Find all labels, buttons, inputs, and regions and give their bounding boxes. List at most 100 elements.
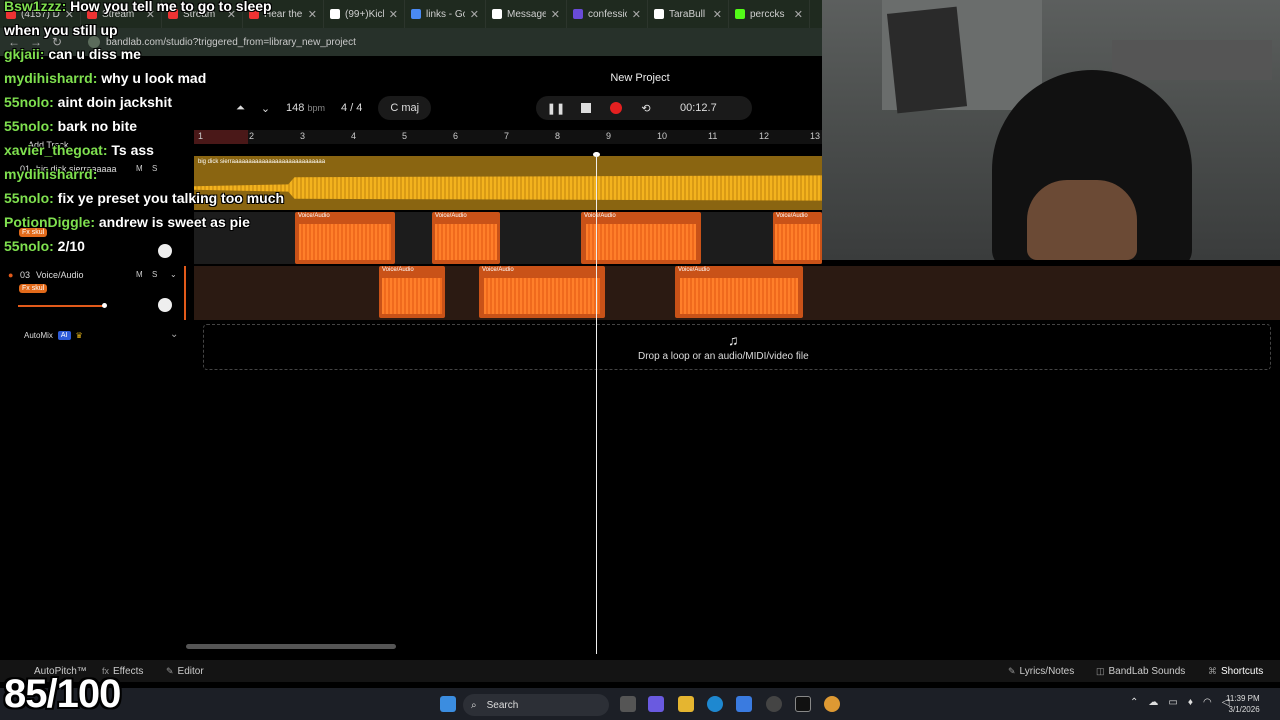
- capcut-icon[interactable]: [795, 696, 811, 712]
- audio-clip-waveform[interactable]: [194, 175, 822, 201]
- time-display: 00:12.7: [680, 102, 717, 114]
- mic-icon[interactable]: ♦: [1188, 697, 1193, 708]
- solo-button[interactable]: S: [152, 164, 157, 173]
- editor-button[interactable]: ✎ Editor: [166, 666, 204, 677]
- edge-icon[interactable]: [707, 696, 723, 712]
- command-icon: ⌘: [1208, 665, 1217, 676]
- x-icon: [654, 9, 664, 19]
- volume-fader-handle[interactable]: [102, 303, 107, 308]
- close-icon[interactable]: ✕: [551, 8, 560, 21]
- solo-button[interactable]: S: [152, 270, 157, 279]
- playhead[interactable]: [596, 154, 597, 654]
- volume-fader[interactable]: [18, 305, 104, 307]
- docs-icon: [411, 9, 421, 19]
- mute-button[interactable]: M: [136, 164, 143, 173]
- time-signature[interactable]: 4 / 4: [341, 102, 362, 114]
- transport-settings: ⏶ ⌄ 148 bpm 4 / 4 C maj: [236, 96, 432, 120]
- ruler-tick: 12: [759, 131, 770, 141]
- cloud-icon[interactable]: ☁: [1148, 697, 1158, 708]
- chevron-up-icon[interactable]: ⌃: [1130, 697, 1138, 708]
- taskbar-clock[interactable]: 11:39 PM 3/1/2026: [1226, 693, 1260, 715]
- ruler-tick: 1: [198, 131, 204, 141]
- drop-zone-label: Drop a loop or an audio/MIDI/video file: [638, 351, 809, 362]
- chat-message: Bsw1zzz: How you tell me to go to sleep: [4, 0, 272, 14]
- browser-tab[interactable]: Message ✕: [486, 0, 567, 28]
- chevron-down-icon[interactable]: ⌄: [261, 102, 270, 115]
- track-lane-3[interactable]: Voice/Audio Voice/Audio Voice/Audio: [194, 266, 1280, 320]
- metronome-icon[interactable]: ⏶: [236, 102, 245, 115]
- browser-tab[interactable]: TaraBull ✕: [648, 0, 729, 28]
- chevron-down-icon[interactable]: ⌄: [170, 329, 178, 340]
- chevron-down-icon[interactable]: ⌄: [170, 270, 177, 279]
- track-lane-2[interactable]: Voice/Audio Voice/Audio Voice/Audio Voic…: [194, 212, 822, 264]
- audio-clip[interactable]: Voice/Audio: [432, 212, 500, 264]
- ruler-tick: 2: [249, 131, 255, 141]
- project-title[interactable]: New Project: [600, 72, 680, 84]
- system-tray: ⌃ ☁ ▭ ♦ ◠ ◁: [1130, 697, 1229, 708]
- lyrics-notes-button[interactable]: ✎ Lyrics/Notes: [1008, 666, 1074, 677]
- audio-clip[interactable]: Voice/Audio: [581, 212, 701, 264]
- automix-row[interactable]: AutoMix AI ♛: [24, 331, 83, 340]
- ruler-tick: 13: [810, 131, 821, 141]
- record-button[interactable]: [606, 98, 626, 118]
- fx-badge[interactable]: Fx skul: [19, 284, 48, 293]
- chat-message: 55nolo: fix ye preset you talking too mu…: [4, 190, 285, 206]
- chrome-icon[interactable]: [824, 696, 840, 712]
- audio-clip[interactable]: Voice/Audio: [479, 266, 605, 318]
- close-icon[interactable]: ✕: [308, 8, 317, 21]
- pencil-icon: ✎: [166, 665, 174, 676]
- mute-button[interactable]: M: [136, 270, 143, 279]
- stop-button[interactable]: [576, 98, 596, 118]
- browser-tab[interactable]: (99+)Kick ✕: [324, 0, 405, 28]
- ruler-tick: 5: [402, 131, 408, 141]
- audio-clip[interactable]: Voice/Audio: [295, 212, 395, 264]
- audio-clip[interactable]: Voice/Audio: [675, 266, 803, 318]
- ruler-tick: 6: [453, 131, 459, 141]
- pause-button[interactable]: ❚❚: [546, 98, 566, 118]
- tempo-control[interactable]: 148 bpm: [286, 102, 325, 114]
- start-icon[interactable]: [440, 696, 456, 712]
- chat-message: mydihisharrd:: [4, 166, 98, 182]
- taskbar-search[interactable]: ⌕ Search: [463, 694, 609, 716]
- crown-icon: ♛: [75, 331, 83, 340]
- close-icon[interactable]: ✕: [794, 8, 803, 21]
- pan-knob[interactable]: [158, 244, 172, 258]
- audio-clip[interactable]: Voice/Audio: [379, 266, 445, 318]
- mic-icon: ●: [8, 270, 14, 280]
- track-header-3[interactable]: ● 03 Voice/Audio M S ⌄ Fx skul: [0, 266, 186, 320]
- wall-poster: [886, 6, 968, 114]
- close-icon[interactable]: ✕: [470, 8, 479, 21]
- pan-knob[interactable]: [158, 298, 172, 312]
- chat-message: gkjaii: can u diss me: [4, 46, 141, 62]
- track-lane-1[interactable]: big dick sierraaaaaaaaaaaaaaaaaaaaaaaaaa…: [194, 156, 822, 210]
- network-icon[interactable]: ▭: [1168, 697, 1177, 708]
- shortcuts-button[interactable]: ⌘ Shortcuts: [1208, 666, 1263, 677]
- transport-controls: ❚❚ ⟲ 00:12.7: [536, 96, 752, 120]
- timeline-ruler[interactable]: 1 2 3 4 5 6 7 8 9 10 11 12 13: [194, 130, 822, 144]
- browser-tab[interactable]: links - Go ✕: [405, 0, 486, 28]
- copilot-icon[interactable]: [648, 696, 664, 712]
- file-explorer-icon[interactable]: [678, 696, 694, 712]
- horizontal-scrollbar[interactable]: [186, 644, 396, 649]
- browser-tab[interactable]: confessio ✕: [567, 0, 648, 28]
- wifi-icon[interactable]: ◠: [1203, 697, 1212, 708]
- chat-message: when you still up: [4, 22, 118, 38]
- ruler-tick: 10: [657, 131, 668, 141]
- key-selector[interactable]: C maj: [378, 96, 432, 120]
- task-view-icon[interactable]: [620, 696, 636, 712]
- app-icon[interactable]: [766, 696, 782, 712]
- webcam-overlay: [822, 0, 1280, 260]
- close-icon[interactable]: ✕: [389, 8, 398, 21]
- store-icon[interactable]: [736, 696, 752, 712]
- record-icon: [610, 102, 622, 114]
- ai-badge: AI: [57, 331, 71, 340]
- kick-icon: [735, 9, 745, 19]
- close-icon[interactable]: ✕: [713, 8, 722, 21]
- close-icon[interactable]: ✕: [632, 8, 641, 21]
- ruler-tick: 8: [555, 131, 561, 141]
- audio-clip[interactable]: Voice/Audio: [773, 212, 822, 264]
- loop-button[interactable]: ⟲: [636, 98, 656, 118]
- browser-tab[interactable]: perccks ✕: [729, 0, 810, 28]
- bottom-toolbar: AutoPitch™ fx Effects ✎ Editor ✎ Lyrics/Not…: [0, 660, 1280, 682]
- bandlab-sounds-button[interactable]: ◫ BandLab Sounds: [1096, 666, 1185, 677]
